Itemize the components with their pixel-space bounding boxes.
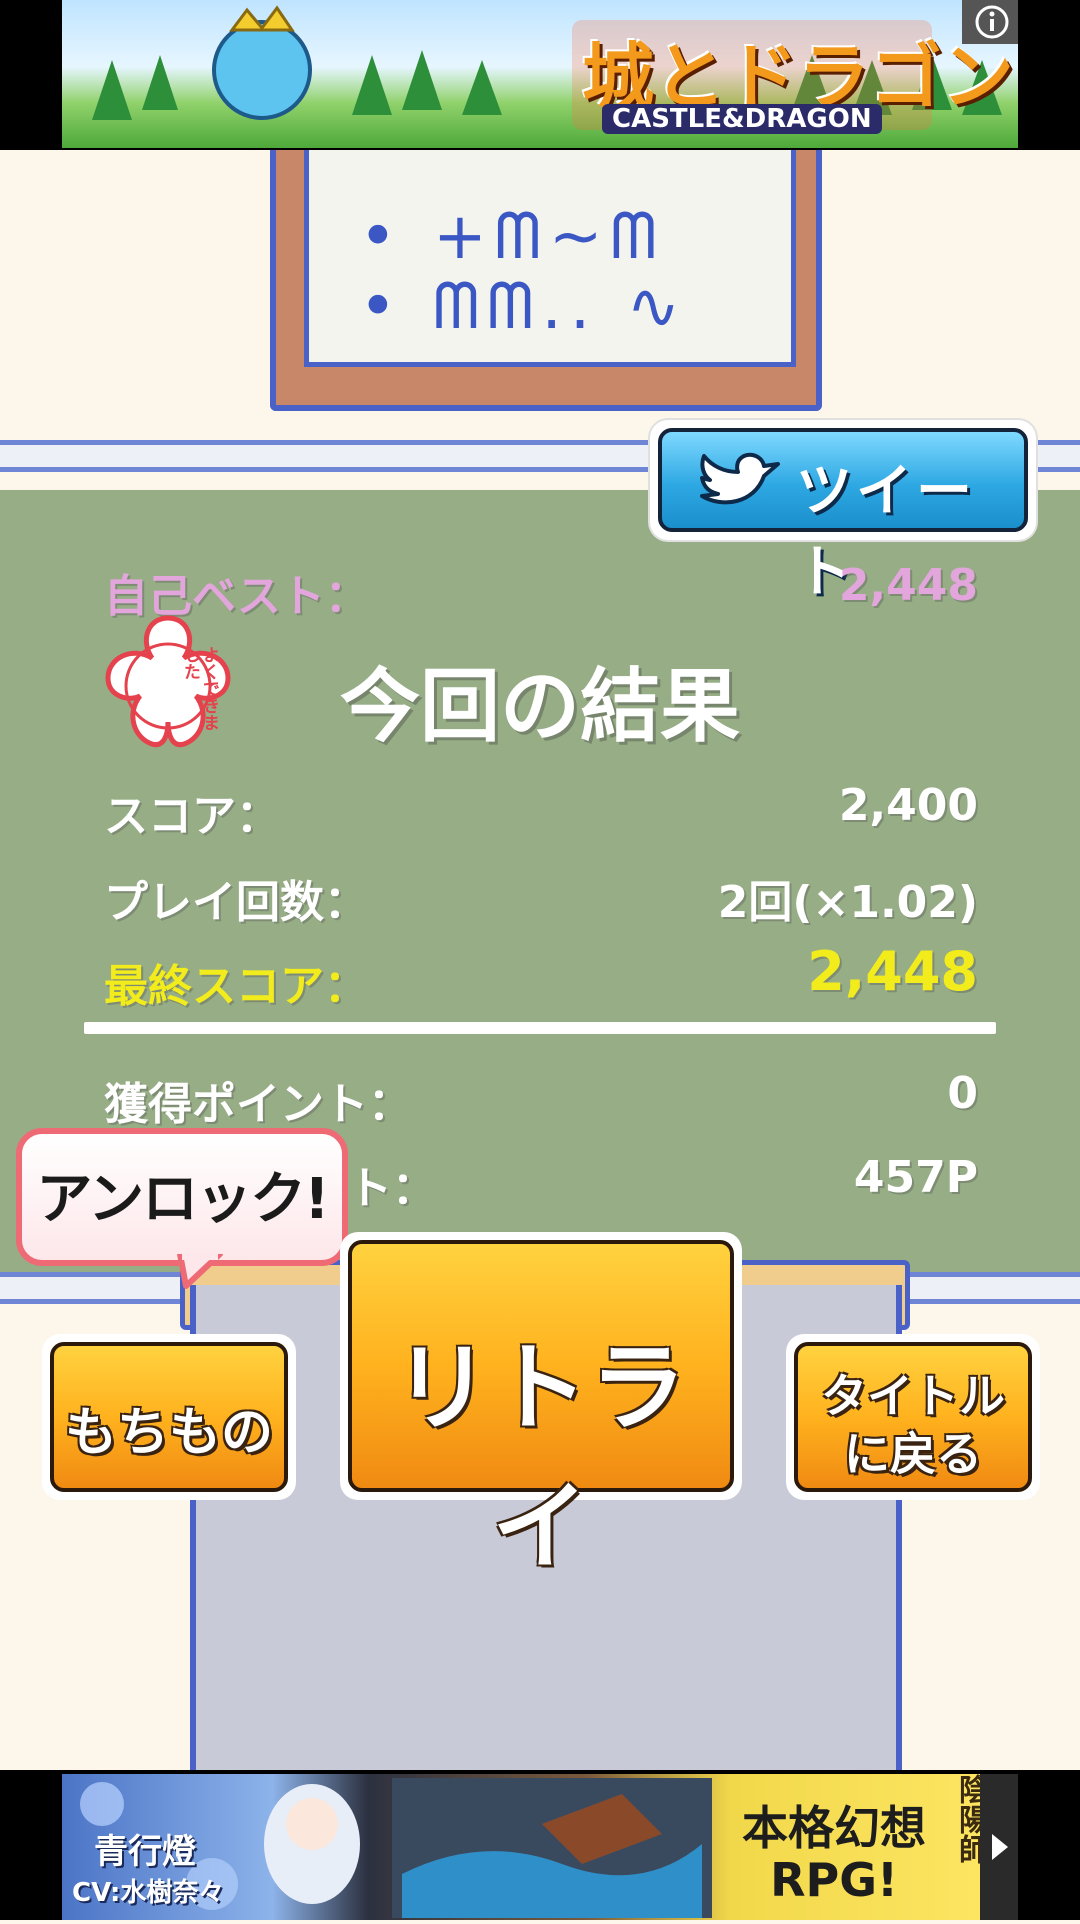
total-points-value: 457P <box>853 1152 978 1203</box>
results-divider <box>84 1022 996 1034</box>
back-to-title-label-line2: に戻る <box>844 1427 982 1481</box>
top-ad-banner[interactable]: 城とドラゴン CASTLE&DRAGON <box>62 0 1018 148</box>
blackboard-frame: • +ᗰ~ᗰ • ᗰᗰ.. ∿ <box>270 150 822 411</box>
tweet-button-face: ツイート <box>658 428 1028 605</box>
top-ad-bar: 城とドラゴン CASTLE&DRAGON <box>0 0 1080 150</box>
twitter-bird-icon <box>700 452 780 505</box>
best-score-value: 2,448 <box>838 560 978 611</box>
unlock-label: アンロック! <box>36 1167 329 1232</box>
total-points-label: ト： <box>348 1163 436 1214</box>
items-label: もちもの <box>64 1403 273 1463</box>
back-to-title-label-line1: タイトル <box>821 1369 1005 1423</box>
score-value: 2,400 <box>838 780 978 831</box>
ad-info-button[interactable] <box>962 0 1018 44</box>
retry-button[interactable]: リトライ <box>340 1232 742 1583</box>
ad-tagline: 本格幻想 RPG! <box>742 1801 926 1907</box>
back-to-title-button-face: タイトル に戻る <box>794 1342 1032 1492</box>
final-score-label: 最終スコア： <box>104 961 368 1012</box>
tweet-button[interactable]: ツイート <box>650 420 1036 605</box>
plays-value: 2回(×1.02) <box>717 877 978 928</box>
ad-character-name: 青行燈 <box>94 1832 196 1872</box>
info-icon <box>975 5 1009 39</box>
retry-label: リトライ <box>394 1332 688 1583</box>
bottom-ad-bar: 青行燈 CV:水樹奈々 本格幻想 RPG! 陰陽師 <box>0 1770 1080 1920</box>
bottom-ad-banner[interactable]: 青行燈 CV:水樹奈々 本格幻想 RPG! 陰陽師 <box>62 1774 1018 1920</box>
earned-points-label: 獲得ポイント： <box>104 1079 412 1130</box>
play-triangle-icon <box>992 1834 1008 1860</box>
score-label: スコア： <box>104 791 280 842</box>
whiteboard-paper: • +ᗰ~ᗰ • ᗰᗰ.. ∿ <box>304 150 796 367</box>
plays-label: プレイ回数： <box>104 877 368 928</box>
items-button-face: もちもの <box>50 1342 288 1492</box>
ad-voice-actor: CV:水樹奈々 <box>72 1878 225 1908</box>
bubble-tail <box>177 1254 223 1289</box>
items-button[interactable]: もちもの <box>42 1334 296 1500</box>
back-to-title-button[interactable]: タイトル に戻る <box>786 1334 1040 1500</box>
unlock-bubble[interactable]: アンロック! <box>16 1128 348 1289</box>
final-score-value: 2,448 <box>807 940 978 1003</box>
scribble-line: • ᗰᗰ.. ∿ <box>359 270 689 344</box>
earned-points-value: 0 <box>947 1068 978 1119</box>
results-title: 今回の結果 <box>340 660 740 753</box>
ad-brand-en: CASTLE&DRAGON <box>602 104 882 134</box>
scribble-line: • +ᗰ~ᗰ <box>359 200 665 274</box>
ad-next-button[interactable] <box>980 1774 1018 1920</box>
retry-button-face: リトライ <box>348 1240 734 1583</box>
